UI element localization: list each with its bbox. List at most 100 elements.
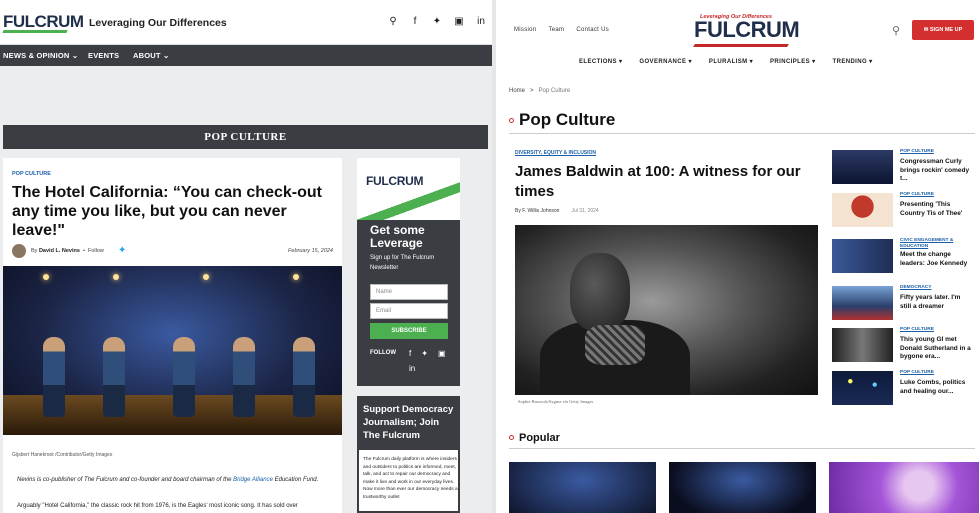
widget-logo: FULCRUM <box>366 174 424 188</box>
left-site-view: FULCRUM Leveraging Our Differences ⚲ f ✦… <box>0 0 492 513</box>
sidebar-title[interactable]: Presenting 'This Country Tis of Thee' <box>900 201 972 218</box>
contact-link[interactable]: Contact Us <box>576 27 609 33</box>
twitter-icon[interactable]: ✦ <box>432 16 442 27</box>
site-tagline: Leveraging Our Differences <box>89 17 227 29</box>
featured-image[interactable] <box>515 225 818 395</box>
sidebar-item[interactable]: DEMOCRACY Fifty years later. I'm still a… <box>832 285 972 325</box>
linkedin-icon[interactable]: in <box>476 16 486 27</box>
sidebar-title[interactable]: Meet the change leaders: Joe Kennedy <box>900 251 972 268</box>
featured-credit: Sophie Bassouls/Sygma via Getty Images <box>518 399 594 404</box>
featured-category[interactable]: DIVERSITY, EQUITY & INCLUSION <box>515 150 596 156</box>
sidebar-thumb <box>832 193 893 227</box>
author-avatar <box>12 244 26 258</box>
breadcrumb-current: Pop Culture <box>538 88 571 94</box>
title-rule <box>509 133 975 134</box>
nav-principles[interactable]: PRINCIPLES <box>770 58 816 65</box>
page-title: Pop Culture <box>519 110 616 129</box>
follow-label[interactable]: Follow <box>88 248 104 254</box>
sidebar-thumb <box>832 328 893 362</box>
sidebar-title[interactable]: Fifty years later. I'm still a dreamer <box>900 294 972 311</box>
fulcrum-logo[interactable]: FULCRUM <box>2 12 84 33</box>
sidebar-title[interactable]: Congressman Curly brings rockin' comedy … <box>900 158 972 184</box>
featured-byline: By F. Willis Johnson Jul 31, 2024 <box>515 208 599 214</box>
sidebar-category[interactable]: POP CULTURE <box>900 149 972 155</box>
sidebar-category[interactable]: CIVIC ENGAGEMENT & EDUCATION <box>900 238 972 250</box>
search-icon[interactable]: ⚲ <box>892 24 904 37</box>
popular-thumb[interactable] <box>669 462 816 513</box>
sidebar-title[interactable]: Luke Combs, politics and healing our... <box>900 379 972 396</box>
sidebar-thumb <box>832 150 893 184</box>
support-text: The Fulcrum daily platform is where insi… <box>363 457 458 500</box>
photo-credit: Gijsbert Hanekroot /Contributor/Getty Im… <box>12 452 113 458</box>
author-line: By David L. Nevins • Follow <box>31 248 104 254</box>
fulcrum-logo[interactable]: Leveraging Our Differences FULCRUM <box>693 14 800 47</box>
sidebar-title[interactable]: This young GI met Donald Sutherland in a… <box>900 336 972 362</box>
breadcrumb: Home > Pop Culture <box>509 88 571 94</box>
linkedin-icon[interactable]: in <box>409 364 415 373</box>
sidebar-item[interactable]: CIVIC ENGAGEMENT & EDUCATION Meet the ch… <box>832 238 972 278</box>
article-title[interactable]: The Hotel California: “You can check-out… <box>12 183 332 240</box>
popular-rule <box>509 448 975 449</box>
top-links: Mission Team Contact Us <box>514 27 609 33</box>
right-site-view: Mission Team Contact Us Leveraging Our D… <box>496 0 980 513</box>
name-field[interactable]: Name <box>370 284 448 300</box>
sidebar-category[interactable]: POP CULTURE <box>900 370 972 376</box>
popular-thumb[interactable] <box>829 462 979 513</box>
sidebar-category[interactable]: POP CULTURE <box>900 192 972 198</box>
bridge-alliance-link[interactable]: Bridge Alliance <box>233 477 273 483</box>
author-name[interactable]: David L. Nevins <box>39 248 80 254</box>
heading-marker <box>509 435 514 440</box>
sign-me-up-button[interactable]: ✉ SIGN ME UP <box>912 20 974 40</box>
email-field[interactable]: Email <box>370 303 448 319</box>
search-icon[interactable]: ⚲ <box>388 16 398 27</box>
header-icons: ⚲ f ✦ ▣ in <box>388 16 486 27</box>
main-nav: ELECTIONS GOVERNANCE PLURALISM PRINCIPLE… <box>579 58 873 65</box>
support-widget: Support Democracy Journalism; Join The F… <box>357 396 460 513</box>
featured-title[interactable]: James Baldwin at 100: A witness for our … <box>515 162 815 202</box>
main-nav: NEWS & OPINION ⌄ EVENTS ABOUT ⌄ <box>0 45 492 66</box>
nav-elections[interactable]: ELECTIONS <box>579 58 622 65</box>
sidebar-item[interactable]: POP CULTURE Luke Combs, politics and hea… <box>832 370 972 410</box>
newsletter-widget: FULCRUM Get some Leverage Sign up for Th… <box>357 158 460 386</box>
facebook-icon[interactable]: f <box>409 349 411 358</box>
sidebar-category[interactable]: DEMOCRACY <box>900 285 972 291</box>
nav-about[interactable]: ABOUT ⌄ <box>133 51 169 60</box>
article-category[interactable]: POP CULTURE <box>12 171 51 177</box>
article-hero-image <box>3 266 342 435</box>
follow-icons: f ✦ ▣ in <box>409 349 457 373</box>
heading-marker <box>509 118 514 123</box>
twitter-icon[interactable]: ✦ <box>118 245 126 256</box>
sidebar-category[interactable]: POP CULTURE <box>900 327 972 333</box>
mission-link[interactable]: Mission <box>514 27 536 33</box>
nav-events[interactable]: EVENTS <box>88 51 119 60</box>
breadcrumb-home[interactable]: Home <box>509 88 525 94</box>
widget-heading: Get some Leverage <box>370 223 425 250</box>
sidebar-thumb <box>832 239 893 273</box>
follow-label: FOLLOW <box>370 350 396 356</box>
nav-news-opinion[interactable]: NEWS & OPINION ⌄ <box>3 51 78 60</box>
sidebar-item[interactable]: POP CULTURE This young GI met Donald Sut… <box>832 327 972 367</box>
widget-subtext: Sign up for The Fulcrum Newsletter <box>370 255 435 271</box>
featured-date: Jul 31, 2024 <box>571 208 599 214</box>
sidebar-item[interactable]: POP CULTURE Congressman Curly brings roc… <box>832 149 972 189</box>
facebook-icon[interactable]: f <box>410 16 420 27</box>
sidebar-thumb <box>832 286 893 320</box>
nav-pluralism[interactable]: PLURALISM <box>709 58 753 65</box>
featured-author[interactable]: By F. Willis Johnson <box>515 208 559 214</box>
support-heading[interactable]: Support Democracy Journalism; Join The F… <box>359 398 458 450</box>
instagram-icon[interactable]: ▣ <box>438 349 446 358</box>
team-link[interactable]: Team <box>548 27 564 33</box>
nav-governance[interactable]: GOVERNANCE <box>639 58 692 65</box>
popular-title: Popular <box>519 432 560 444</box>
article-date: February 15, 2024 <box>288 248 333 254</box>
author-note: Nevins is co-publisher of The Fulcrum an… <box>17 477 319 483</box>
twitter-icon[interactable]: ✦ <box>421 349 428 358</box>
sidebar-thumb <box>832 371 893 405</box>
article-byline: By David L. Nevins • Follow ✦ February 1… <box>12 244 337 258</box>
instagram-icon[interactable]: ▣ <box>454 16 464 27</box>
article-body: Arguably "Hotel California," the classic… <box>17 503 298 509</box>
popular-thumb[interactable] <box>509 462 656 513</box>
sidebar-item[interactable]: POP CULTURE Presenting 'This Country Tis… <box>832 192 972 232</box>
subscribe-button[interactable]: SUBSCRIBE <box>370 323 448 339</box>
nav-trending[interactable]: TRENDING <box>833 58 873 65</box>
